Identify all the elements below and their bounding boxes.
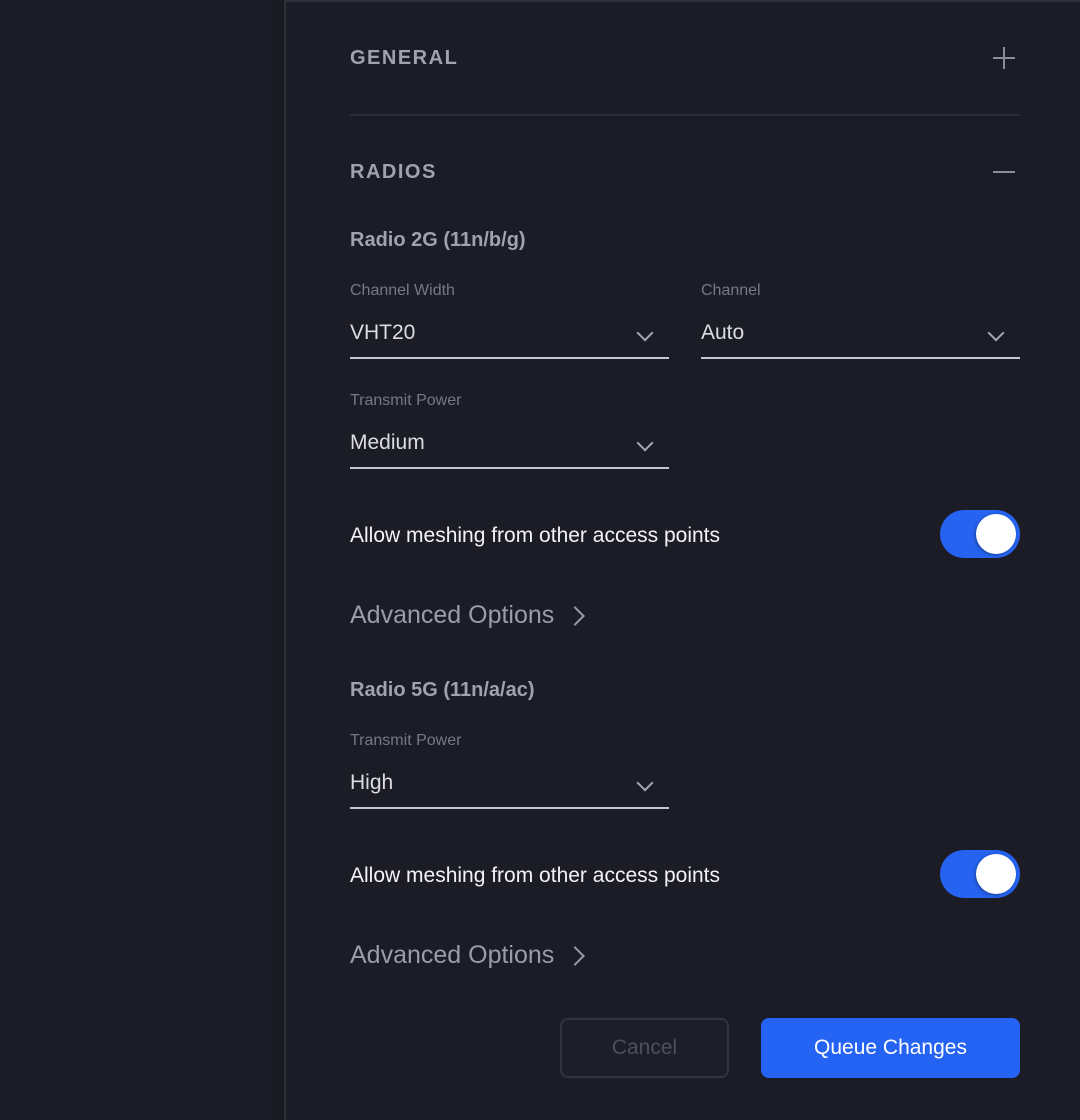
radio-5g-title: Radio 5G (11n/a/ac): [350, 679, 535, 701]
channel-width-value: VHT20: [350, 321, 416, 344]
channel-value: Auto: [701, 321, 745, 344]
plus-icon[interactable]: [993, 47, 1015, 69]
radio-2g-title: Radio 2G (11n/b/g): [350, 229, 526, 251]
meshing-2g-label: Allow meshing from other access points: [350, 524, 720, 547]
channel-label: Channel: [701, 282, 761, 299]
channel-width-select[interactable]: VHT20: [350, 315, 669, 359]
transmit-power-5g-label: Transmit Power: [350, 732, 462, 749]
meshing-2g-toggle[interactable]: [940, 510, 1020, 558]
chevron-down-icon: [636, 324, 654, 342]
chevron-down-icon: [987, 324, 1005, 342]
chevron-right-icon: [565, 945, 586, 966]
toggle-knob: [976, 514, 1016, 554]
transmit-power-5g-value: High: [350, 771, 394, 794]
advanced-options-5g-label: Advanced Options: [350, 941, 555, 969]
transmit-power-2g-value: Medium: [350, 431, 425, 454]
transmit-power-2g-label: Transmit Power: [350, 392, 462, 409]
advanced-options-2g-link[interactable]: Advanced Options: [350, 601, 586, 630]
queue-changes-button[interactable]: Queue Changes: [761, 1018, 1020, 1078]
chevron-right-icon: [565, 605, 586, 626]
section-divider: [350, 114, 1020, 116]
section-title-radios[interactable]: RADIOS: [350, 161, 437, 184]
section-title-general[interactable]: GENERAL: [350, 47, 458, 70]
advanced-options-5g-link[interactable]: Advanced Options: [350, 941, 586, 970]
advanced-options-2g-label: Advanced Options: [350, 601, 555, 629]
meshing-5g-toggle[interactable]: [940, 850, 1020, 898]
transmit-power-5g-select[interactable]: High: [350, 765, 669, 809]
cancel-button[interactable]: Cancel: [560, 1018, 729, 1078]
meshing-5g-label: Allow meshing from other access points: [350, 864, 720, 887]
toggle-knob: [976, 854, 1016, 894]
channel-width-label: Channel Width: [350, 282, 455, 299]
left-pane: [0, 0, 284, 1120]
chevron-down-icon: [636, 434, 654, 452]
transmit-power-2g-select[interactable]: Medium: [350, 425, 669, 469]
minus-icon[interactable]: [993, 161, 1015, 183]
chevron-down-icon: [636, 774, 654, 792]
channel-select[interactable]: Auto: [701, 315, 1020, 359]
